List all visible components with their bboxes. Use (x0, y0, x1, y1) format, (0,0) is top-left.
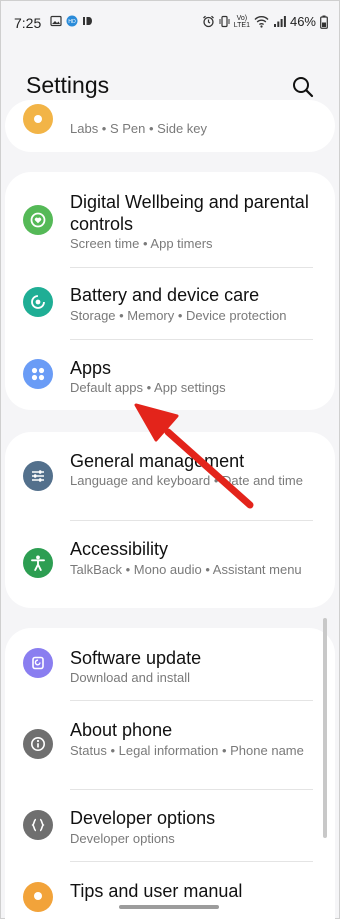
developer-options-icon (23, 810, 53, 840)
row-subtitle: Storage • Memory • Device protection (70, 308, 287, 323)
software-update-icon (23, 648, 53, 678)
row-subtitle: Status • Legal information • Phone name (70, 743, 304, 758)
device-care-icon (23, 287, 53, 317)
volte-indicator: Vo) LTE1 (234, 15, 250, 29)
alarm-icon (202, 15, 214, 28)
accessibility-icon (23, 548, 53, 578)
about-phone-icon (23, 729, 53, 759)
volte-bottom-text: LTE1 (233, 21, 250, 29)
notification-icons: HD (50, 15, 94, 27)
row-title: Accessibility (70, 539, 169, 559)
volte-top-text: Vo) (236, 14, 248, 22)
row-subtitle: Developer options (70, 831, 175, 846)
row-subtitle: Labs • S Pen • Side key (70, 121, 208, 136)
card-group-1: Digital Wellbeing and parental controls … (5, 172, 335, 410)
vibrate-icon (219, 15, 230, 28)
advanced-features-icon (23, 104, 53, 134)
card-group-3: Software update Download and install Abo… (5, 628, 335, 919)
system-indicators: Vo) LTE1 46% (202, 14, 328, 29)
battery-percent: 46% (289, 14, 316, 29)
gallery-icon (50, 15, 62, 27)
row-subtitle: Screen time • App timers (70, 236, 213, 251)
row-subtitle: Language and keyboard • Date and time (70, 473, 303, 488)
row-title: Developer options (70, 808, 216, 828)
row-title: Tips and user manual (70, 881, 243, 901)
page-title: Settings (26, 72, 110, 98)
wifi-icon (254, 16, 269, 28)
settings-row-developer-options[interactable]: Developer options Developer options (5, 790, 335, 861)
scrollbar[interactable] (323, 618, 327, 838)
row-title: General management (70, 451, 245, 471)
tips-icon (23, 882, 53, 912)
row-subtitle: Default apps • App settings (70, 380, 226, 395)
settings-row-advanced-features[interactable]: Labs • S Pen • Side key (5, 100, 335, 152)
settings-row-battery-device-care[interactable]: Battery and device care Storage • Memory… (5, 268, 335, 339)
status-bar: 7:25 HD Vo) LTE1 46% (0, 0, 340, 44)
row-title: Battery and device care (70, 285, 260, 305)
settings-row-tips-user-manual[interactable]: Tips and user manual (5, 862, 335, 919)
settings-row-software-update[interactable]: Software update Download and install (5, 628, 335, 700)
row-title: Software update (70, 648, 202, 668)
row-subtitle: TalkBack • Mono audio • Assistant menu (70, 562, 302, 577)
general-management-icon (23, 461, 53, 491)
id-badge-icon (83, 17, 92, 25)
card-group-2: General management Language and keyboard… (5, 432, 335, 608)
gesture-nav-handle[interactable] (119, 905, 219, 909)
search-icon[interactable] (290, 74, 316, 100)
settings-row-apps[interactable]: Apps Default apps • App settings (5, 340, 335, 410)
row-title: Digital Wellbeing and parental controls (70, 192, 309, 234)
settings-row-accessibility[interactable]: Accessibility TalkBack • Mono audio • As… (5, 521, 335, 608)
settings-row-about-phone[interactable]: About phone Status • Legal information •… (5, 701, 335, 789)
status-time: 7:25 (14, 15, 42, 31)
battery-icon (320, 15, 328, 29)
wellbeing-icon (23, 205, 53, 235)
row-subtitle: Download and install (70, 670, 190, 685)
settings-row-general-management[interactable]: General management Language and keyboard… (5, 432, 335, 520)
card-advanced-features-partial: Labs • S Pen • Side key (5, 100, 335, 152)
apps-icon (23, 359, 53, 389)
signal-icon (273, 16, 286, 27)
svg-text:HD: HD (68, 19, 76, 25)
settings-row-digital-wellbeing[interactable]: Digital Wellbeing and parental controls … (5, 172, 335, 267)
row-title: About phone (70, 720, 173, 740)
hd-badge-icon: HD (66, 15, 78, 27)
row-title: Apps (70, 358, 112, 378)
